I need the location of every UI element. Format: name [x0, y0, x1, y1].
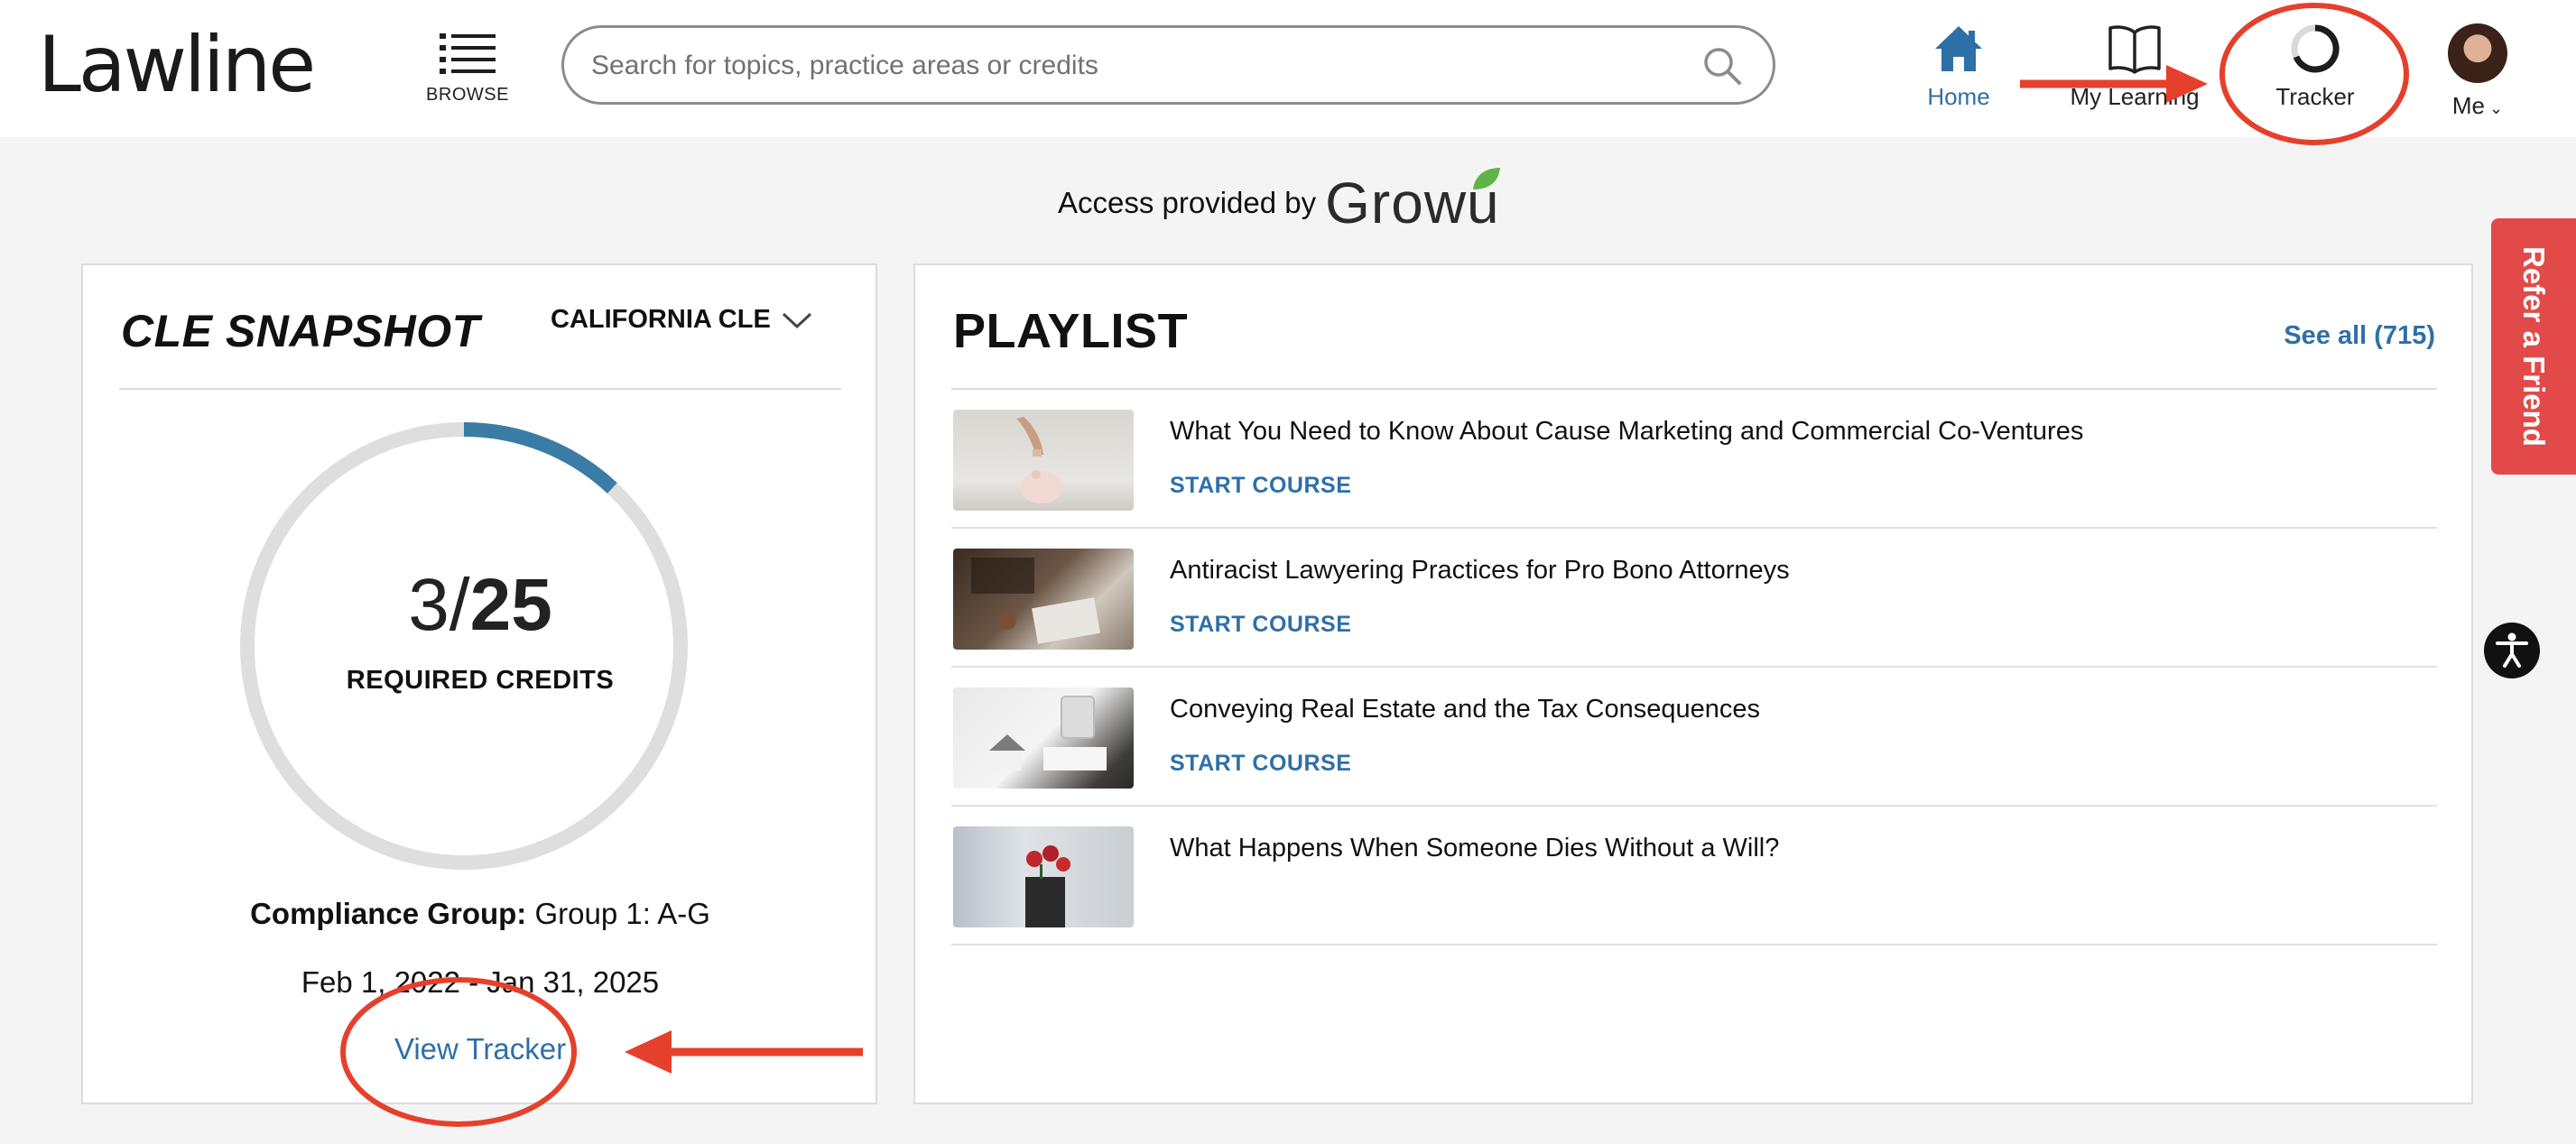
course-title[interactable]: What Happens When Someone Dies Without a…	[1170, 834, 1779, 863]
accessibility-button[interactable]	[2484, 623, 2540, 678]
start-course-button[interactable]: START COURSE	[1170, 751, 1351, 777]
access-provided-banner: Access provided by Growu	[1058, 168, 1501, 235]
house-calculator-image	[989, 696, 1107, 770]
nav-my-learning[interactable]: My Learning	[2067, 23, 2202, 111]
growu-logo: Growu	[1325, 168, 1501, 235]
course-title[interactable]: Conveying Real Estate and the Tax Conseq…	[1170, 695, 1760, 724]
playlist-item[interactable]: Conveying Real Estate and the Tax Conseq…	[951, 668, 2437, 807]
divider	[119, 388, 841, 390]
nav-me[interactable]: Me ⌄	[2437, 23, 2518, 120]
nav-home[interactable]: Home	[1913, 23, 2004, 111]
piggy-bank-image	[1016, 417, 1063, 503]
credits-count: 3/25	[408, 564, 552, 646]
credits-label: REQUIRED CREDITS	[346, 666, 615, 695]
course-thumbnail[interactable]	[953, 826, 1134, 927]
refer-a-friend-tab[interactable]: Refer a Friend	[2491, 218, 2576, 475]
nav-tracker[interactable]: Tracker	[2266, 23, 2365, 111]
see-all-link[interactable]: See all (715)	[2284, 321, 2435, 351]
compliance-dates: Feb 1, 2022 - Jan 31, 2025	[301, 965, 660, 999]
search-icon[interactable]	[1702, 46, 1742, 86]
state-select[interactable]: CALIFORNIA CLE	[551, 305, 812, 335]
nav-me-label: Me ⌄	[2451, 92, 2504, 119]
nav-home-label: Home	[1927, 83, 1990, 110]
nav-tracker-label: Tracker	[2275, 83, 2355, 110]
snapshot-title: CLE SNAPSHOT	[121, 306, 480, 356]
nav-my-learning-label: My Learning	[2070, 83, 2200, 110]
playlist-card: PLAYLIST See all (715) What You Need to …	[913, 263, 2473, 1104]
tracker-icon	[2291, 24, 2340, 73]
course-thumbnail[interactable]	[953, 549, 1134, 650]
browse-button[interactable]: BROWSE	[417, 32, 518, 106]
course-title[interactable]: Antiracist Lawyering Practices for Pro B…	[1170, 556, 1790, 586]
playlist-item[interactable]: Antiracist Lawyering Practices for Pro B…	[951, 529, 2437, 668]
top-header: Lawline BROWSE Home My Learning	[0, 0, 2576, 137]
chevron-down-icon: ⌄	[2485, 99, 2504, 117]
menu-icon	[440, 33, 496, 74]
avatar	[2448, 23, 2507, 83]
course-thumbnail[interactable]	[953, 687, 1134, 789]
view-tracker-link[interactable]: View Tracker	[83, 1032, 877, 1066]
home-icon	[1935, 26, 1982, 71]
leaf-icon	[1473, 168, 1501, 189]
access-text: Access provided by	[1058, 186, 1317, 219]
playlist-item[interactable]: What Happens When Someone Dies Without a…	[951, 807, 2437, 946]
playlist-item[interactable]: What You Need to Know About Cause Market…	[951, 390, 2437, 529]
refer-label: Refer a Friend	[2517, 246, 2551, 447]
lawline-logo[interactable]: Lawline	[38, 20, 316, 110]
book-icon	[2108, 25, 2161, 74]
roses-memorial-image	[1025, 845, 1070, 927]
accessibility-icon	[2496, 632, 2528, 668]
state-select-value: CALIFORNIA CLE	[551, 305, 771, 334]
start-course-button[interactable]: START COURSE	[1170, 473, 1351, 499]
search-bar[interactable]	[561, 25, 1775, 105]
credits-progress-arc	[463, 422, 617, 494]
compliance-group: Compliance Group: Group 1: A-G	[250, 897, 710, 930]
search-input[interactable]	[591, 44, 1656, 88]
lawyer-desk-image	[971, 558, 1100, 644]
chevron-down-icon	[782, 312, 811, 328]
start-course-button[interactable]: START COURSE	[1170, 612, 1351, 638]
course-title[interactable]: What You Need to Know About Cause Market…	[1170, 417, 2083, 447]
playlist-title: PLAYLIST	[953, 304, 1189, 358]
course-thumbnail[interactable]	[953, 410, 1134, 511]
cle-snapshot-card: CLE SNAPSHOT CALIFORNIA CLE 3/25 REQUIRE…	[81, 263, 877, 1104]
browse-label: BROWSE	[426, 85, 509, 105]
